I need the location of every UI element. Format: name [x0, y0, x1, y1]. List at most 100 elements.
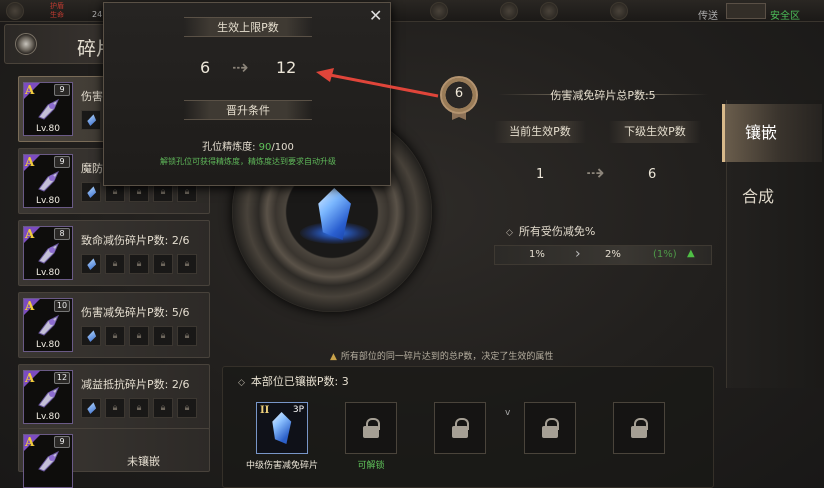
inlay-slot-locked[interactable]	[613, 402, 665, 454]
next-effective-label: 下级生效P数	[609, 121, 701, 143]
refinement-progress: 孔位精炼度: 90/100	[104, 138, 392, 153]
inlaid-count-text: 本部位已镶嵌P数: 3	[250, 375, 349, 388]
diamond-bullet-icon: ◇	[238, 378, 245, 388]
list-item[interactable]: A 8 Lv.80 致命减伤碎片P数: 2/6 🔒︎ 🔒︎ 🔒︎ 🔒︎	[18, 220, 210, 286]
info-note-text: 所有部位的同一碎片达到的总P数，决定了生效的属性	[340, 352, 554, 362]
shard-gem-icon	[272, 412, 292, 444]
tab-synthesis[interactable]: 合成	[722, 168, 822, 226]
attribute-from: 1%	[529, 249, 545, 260]
item-count: 9	[54, 436, 70, 448]
lock-icon: 🔒︎	[160, 403, 166, 413]
item-count: 9	[54, 84, 70, 96]
inlay-slot-locked[interactable]	[524, 402, 576, 454]
lock-icon: 🔒︎	[136, 187, 142, 197]
close-icon[interactable]: ✕	[369, 6, 382, 25]
slot-lock-icon: 🔒︎	[129, 254, 149, 274]
lock-icon: 🔒︎	[112, 331, 118, 341]
lock-icon: 🔒︎	[136, 403, 142, 413]
lock-icon: 🔒︎	[184, 187, 190, 197]
skull-ornament-icon	[500, 2, 518, 20]
v-mark: v	[505, 408, 511, 418]
upper-limit-title: 生效上限P数	[184, 17, 312, 37]
attribute-delta: (1%)	[653, 249, 677, 260]
total-p-label: 伤害减免碎片总P数:5	[550, 89, 656, 102]
unlockable-caption: 可解锁	[357, 461, 385, 471]
weapon-art-icon	[38, 386, 60, 408]
arrow-right-icon: ⇢	[232, 55, 249, 79]
diamond-bullet-icon: ◇	[506, 228, 513, 238]
avatar-frame-icon	[6, 2, 24, 20]
upper-limit-from: 6	[200, 58, 211, 77]
shard-item-icon: A9	[23, 434, 73, 488]
item-slots: 🔒︎ 🔒︎ 🔒︎ 🔒︎	[81, 326, 197, 346]
tier-badge: II	[260, 405, 270, 416]
shard-item-icon: A 10 Lv.80	[23, 298, 73, 352]
slot-lock-icon: 🔒︎	[105, 398, 125, 418]
skull-ornament-icon	[540, 2, 558, 20]
item-level: Lv.80	[36, 412, 60, 422]
list-item-label: 致命减伤碎片P数: 2/6	[81, 234, 190, 247]
info-note: ▲ 所有部位的同一碎片达到的总P数，决定了生效的属性	[330, 349, 553, 362]
chevron-right-icon: ›	[575, 246, 581, 262]
slot-lock-icon: 🔒︎	[153, 254, 173, 274]
status-mini-text: 护盾 生命	[50, 2, 64, 19]
lock-icon: 🔒︎	[136, 259, 142, 269]
tab-inlay[interactable]: 镶嵌	[722, 104, 822, 162]
slot-p-value: 3P	[292, 405, 304, 415]
shard-item-icon: A 9 Lv.80	[23, 154, 73, 208]
player-level: 24	[92, 10, 103, 19]
lock-icon: 🔒︎	[160, 259, 166, 269]
annotation-arrow	[316, 68, 439, 98]
grade-badge: A	[25, 371, 35, 385]
attribute-bar: 1% › 2% (1%) ▲	[494, 245, 712, 265]
item-count: 12	[54, 372, 70, 384]
weapon-art-icon	[38, 98, 60, 120]
lock-icon: 🔒︎	[112, 259, 118, 269]
skull-ornament-icon	[430, 2, 448, 20]
list-item-label: 未镶嵌	[127, 455, 160, 468]
slot-lock-icon: 🔒︎	[153, 398, 173, 418]
shard-item-icon: A 9 Lv.80	[23, 82, 73, 136]
slot-lock-icon: 🔒︎	[153, 326, 173, 346]
list-item[interactable]: A 12 Lv.80 减益抵抗碎片P数: 2/6 🔒︎ 🔒︎ 🔒︎ 🔒︎	[18, 364, 210, 430]
slot-lock-icon: 🔒︎	[105, 254, 125, 274]
safe-zone-label: 安全区	[770, 11, 800, 22]
lock-icon: 🔒︎	[184, 403, 190, 413]
upper-limit-to: 12	[276, 58, 297, 77]
lock-icon: 🔒︎	[184, 259, 190, 269]
grade-badge: A	[25, 299, 35, 313]
list-item[interactable]: A 9 未镶嵌	[18, 428, 210, 488]
attribute-to: 2%	[605, 249, 621, 260]
refinement-hint: 解锁孔位可获得精炼度，精炼度达到要求自动升级	[160, 157, 336, 166]
slot-gem-icon	[81, 398, 101, 418]
inlay-slot-filled[interactable]: II 3P	[256, 402, 308, 454]
lock-icon	[630, 418, 648, 438]
inlay-slot-locked[interactable]	[434, 402, 486, 454]
promote-condition-title: 晋升条件	[184, 100, 312, 120]
transfer-button[interactable]: 传送	[698, 7, 718, 22]
item-level: Lv.80	[36, 340, 60, 350]
lock-icon: 🔒︎	[160, 331, 166, 341]
slot-lock-icon: 🔒︎	[177, 398, 197, 418]
item-count: 9	[54, 156, 70, 168]
item-level: Lv.80	[36, 268, 60, 278]
shard-item-icon: A 12 Lv.80	[23, 370, 73, 424]
item-count: 10	[54, 300, 70, 312]
slot-gem-icon	[81, 182, 101, 202]
list-item-label: 减益抵抗碎片P数: 2/6	[81, 378, 190, 391]
list-item[interactable]: A 10 Lv.80 伤害减免碎片P数: 5/6 🔒︎ 🔒︎ 🔒︎ 🔒︎	[18, 292, 210, 358]
current-effective-value: 1	[536, 167, 545, 182]
effective-level-medal[interactable]: 6	[438, 76, 480, 120]
next-effective-value: 6	[648, 167, 657, 182]
slot-gem-icon	[81, 326, 101, 346]
slot-lock-icon: 🔒︎	[129, 326, 149, 346]
lock-icon: 🔒︎	[112, 187, 118, 197]
item-slots: 🔒︎ 🔒︎ 🔒︎ 🔒︎	[81, 398, 197, 418]
lock-icon: 🔒︎	[112, 403, 118, 413]
inlaid-count: ◇ 本部位已镶嵌P数: 3	[238, 373, 349, 389]
shard-item-icon: A 8 Lv.80	[23, 226, 73, 280]
refinement-current: 90	[258, 142, 272, 153]
inlay-slot-locked[interactable]	[345, 402, 397, 454]
refinement-label: 孔位精炼度:	[202, 142, 259, 153]
minimap-frame	[726, 3, 766, 19]
